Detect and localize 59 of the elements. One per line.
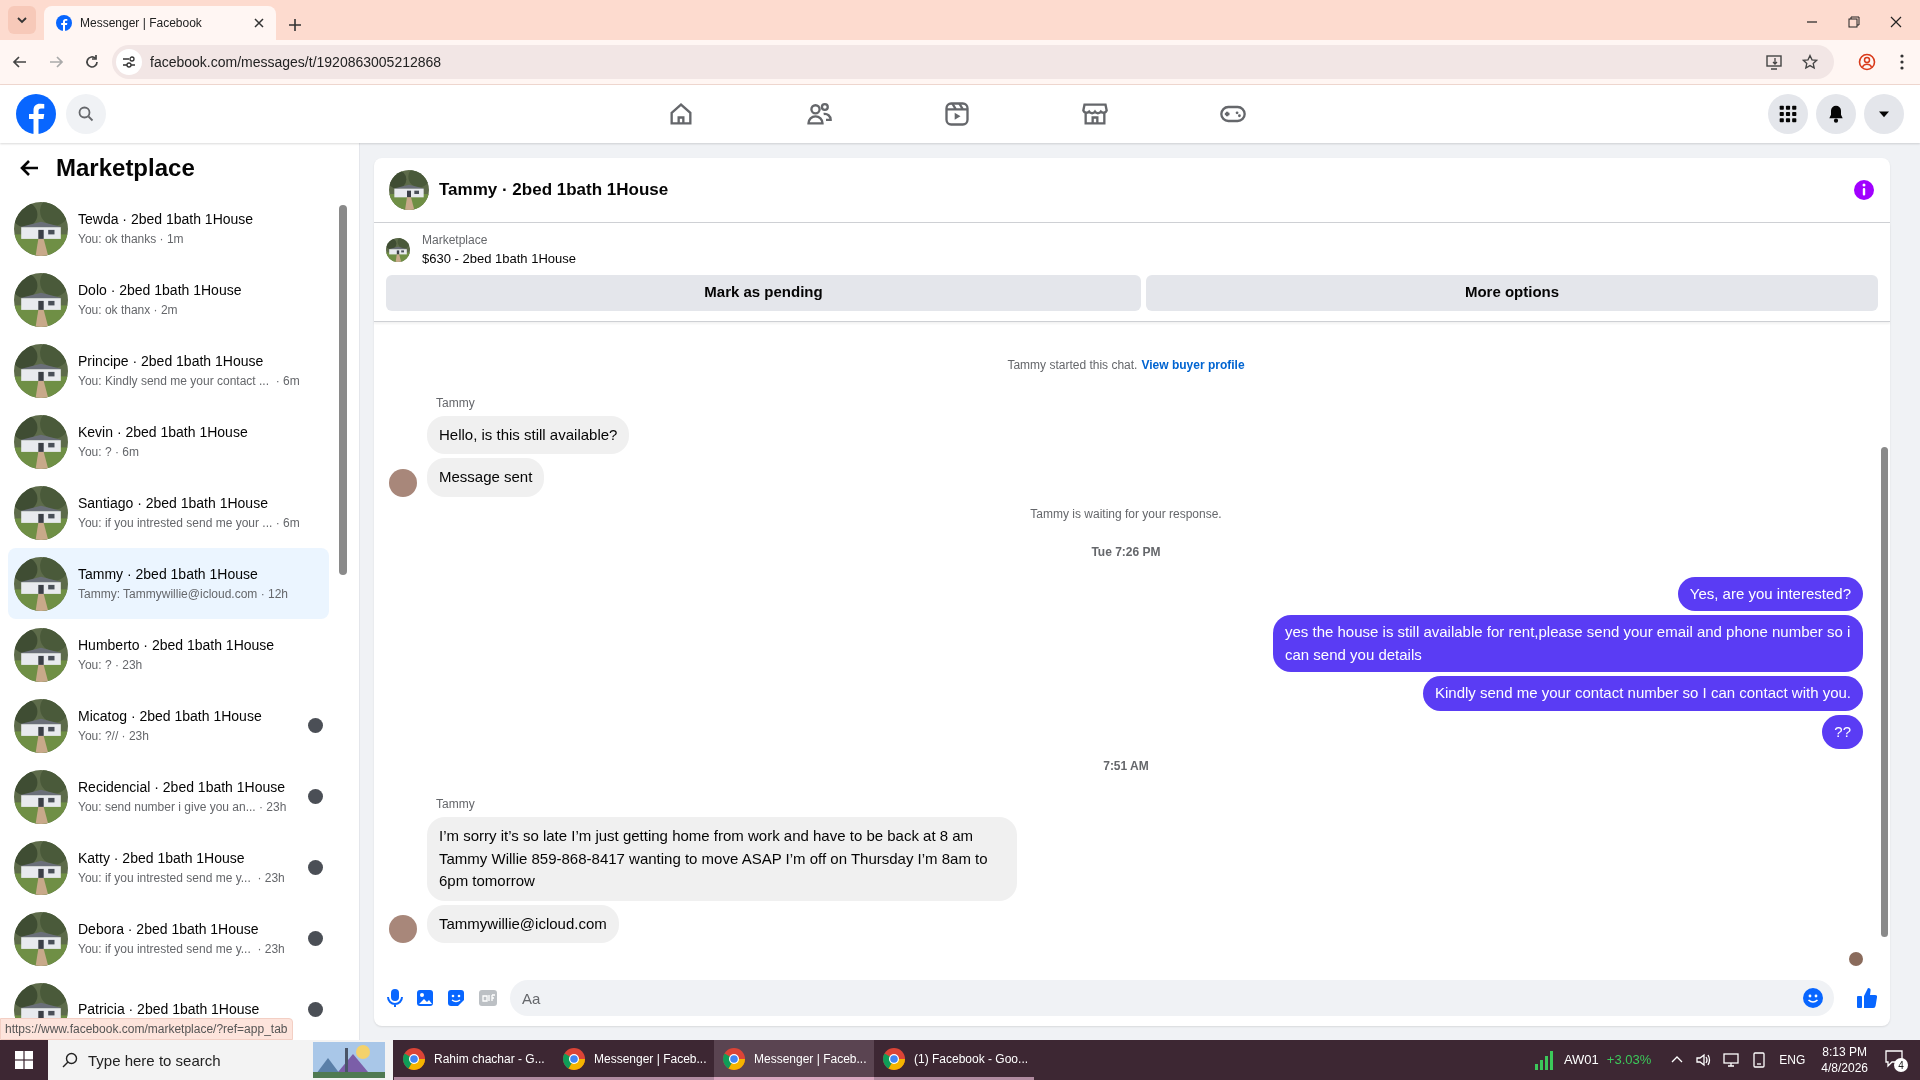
listing-label: Marketplace [422,232,489,249]
conversation-preview: You: ? · 23h [78,657,143,674]
clock-date[interactable]: 4/8/2026 [1821,1060,1868,1076]
conversation-preview: You: ?// · 23h [78,728,149,745]
outgoing-message: Kindly send me your contact number so I can contact with you. [1422,676,1863,711]
conversation-preview: You: if you intrested send me y... · 23h [78,870,285,887]
conversation-preview: You: if you intrested send me y... · 23h [78,941,285,958]
conversation-name: Patricia · 2bed 1bath 1House [78,1000,260,1019]
listing-action-button[interactable]: Mark as pending [386,274,1141,311]
conversation-item[interactable]: Tammy · 2bed 1bath 1House Tammy: Tammywillie@icloud.com · 12h [8,548,329,619]
conversation-preview: You: send number i give you an... · 23h [78,799,287,816]
conversation-preview: You: ? · 6m [78,444,139,461]
outgoing-message: ?? [1822,714,1863,749]
conversation-preview: Tammy: Tammywillie@icloud.com · 12h [78,586,288,603]
sidebar-title: Marketplace [56,153,195,183]
sender-name: Tammy [436,797,475,811]
chat-title: Tammy · 2bed 1bath 1House [439,179,670,202]
taskbar-app-button[interactable]: Messenger | Faceb... [714,1040,874,1080]
conversation-preview: You: Kindly send me your contact ... · 6m [78,373,300,390]
message-input[interactable]: Aa [510,980,1834,1016]
conversation-name: Tammy · 2bed 1bath 1House [78,565,258,584]
incoming-message: I’m sorry it’s so late I’m just getting home from work and have to be back at 8 am Tammy Willie 859-868-8417 wanting to move ASAP I’m off on Thursday I’m 8am to 6pm tomorrow [427,817,1017,901]
listing-title: $630 - 2bed 1bath 1House [422,250,576,268]
status-url: https://www.facebook.com/marketplace/?ref=app_tab [0,1018,293,1040]
incoming-message: Hello, is this still available? [427,415,630,454]
notification-count: 4 [1894,1058,1908,1072]
chat-notice: Tammy is waiting for your response. [1030,505,1222,523]
address-bar[interactable]: facebook.com/messages/t/1920863005212868 [112,45,1834,79]
conversation-preview: You: if you intrested send me your ... · 6m [78,515,300,532]
message-time: Tue 7:26 PM [1091,543,1161,561]
taskbar-app-button[interactable]: Rahim chachar - G... [394,1040,554,1080]
browser-tab[interactable]: Messenger | Facebook [44,6,276,40]
stock-ticker: AW01 [1563,1051,1599,1070]
outgoing-message: Yes, are you interested? [1677,576,1863,611]
conversation-name: Tewda · 2bed 1bath 1House [78,210,254,229]
outgoing-message: yes the house is still available for rent,please send your email and phone number so i can send you details [1273,615,1863,672]
conversation-name: Kevin · 2bed 1bath 1House [78,423,248,442]
conversation-preview: You: ok thanks · 1m [78,231,184,248]
input-language[interactable]: ENG [1779,1051,1806,1069]
conversation-name: Katty · 2bed 1bath 1House [78,849,245,868]
tab-title: Messenger | Facebook [80,15,203,32]
stock-change: +3.03% [1606,1051,1652,1070]
conversation-name: Micatog · 2bed 1bath 1House [78,707,262,726]
conversation-name: Santiago · 2bed 1bath 1House [78,494,268,513]
sender-name: Tammy [436,395,475,410]
incoming-message: Tammywillie@icloud.com [427,904,619,943]
conversation-name: Debora · 2bed 1bath 1House [78,920,259,939]
message-time: 7:51 AM [1103,758,1149,775]
conversation-name: Principe · 2bed 1bath 1House [78,352,264,371]
view-buyer-profile-link[interactable]: View buyer profile [1141,355,1245,374]
taskbar-app-button[interactable]: (1) Facebook - Goo... [874,1040,1034,1080]
conversation-name: Recidencial · 2bed 1bath 1House [78,778,286,797]
conversation-name: Dolo · 2bed 1bath 1House [78,281,242,300]
clock-time[interactable]: 8:13 PM [1822,1044,1867,1060]
chat-notice: Tammy started this chat. [1007,356,1138,374]
listing-action-button[interactable]: More options [1146,274,1878,311]
conversation-preview: You: ok thanx · 2m [78,302,178,319]
incoming-message: Message sent [427,458,545,497]
conversation-name: Humberto · 2bed 1bath 1House [78,636,275,655]
